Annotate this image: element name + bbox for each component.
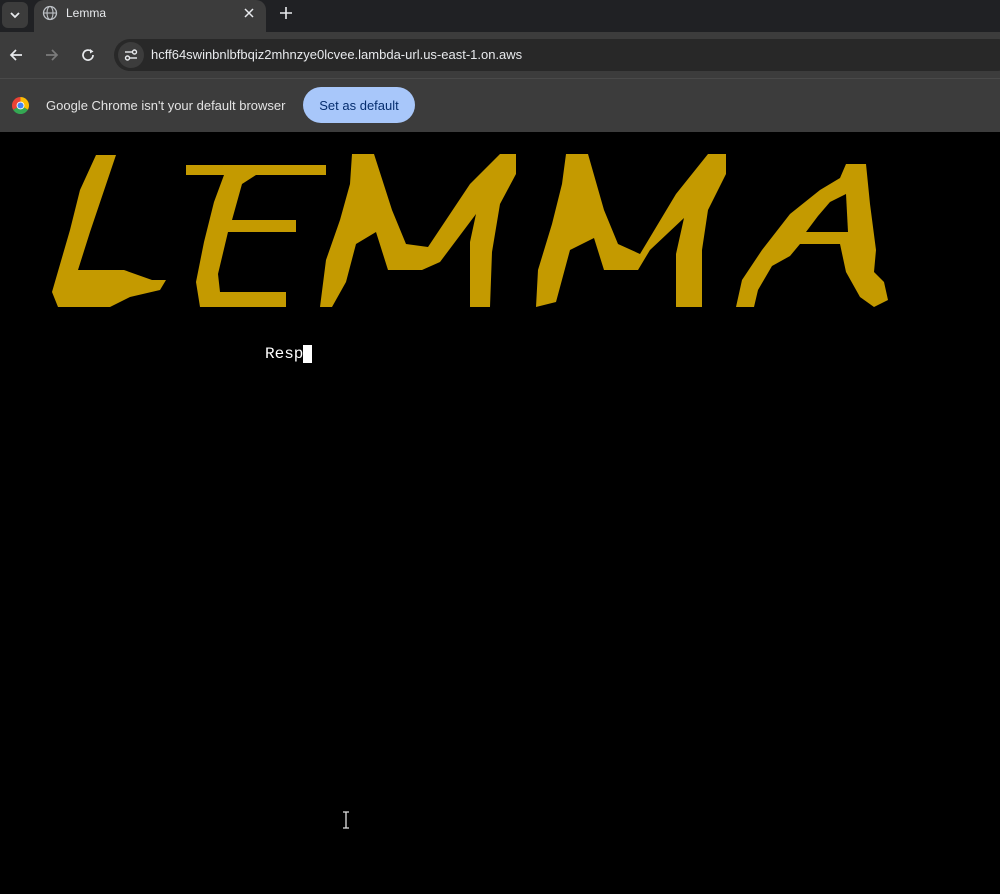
text-cursor [303, 345, 313, 363]
prompt-text: Resp [265, 345, 304, 363]
tab-search-button[interactable] [2, 2, 28, 28]
lemma-logo [52, 154, 888, 307]
forward-button[interactable] [40, 43, 64, 67]
tab-strip: Lemma [0, 0, 1000, 32]
back-button[interactable] [4, 43, 28, 67]
plus-icon [280, 7, 292, 19]
chrome-logo-icon [12, 97, 29, 114]
reload-button[interactable] [76, 43, 100, 67]
back-arrow-icon [9, 49, 22, 61]
chevron-down-icon [10, 12, 20, 19]
reload-icon [82, 49, 94, 61]
tab-close-button[interactable] [239, 3, 259, 23]
forward-arrow-icon [46, 49, 59, 61]
default-browser-infobar: Google Chrome isn't your default browser… [0, 78, 1000, 133]
address-bar[interactable]: hcff64swinbnlbfbqiz2mhnzye0lcvee.lambda-… [114, 39, 1000, 71]
set-as-default-button[interactable]: Set as default [303, 87, 415, 123]
new-tab-button[interactable] [273, 0, 299, 26]
globe-icon [42, 5, 58, 21]
tab-lemma[interactable]: Lemma [34, 0, 266, 32]
ibeam-cursor-icon [343, 811, 349, 829]
terminal-prompt[interactable]: Resp [265, 345, 313, 363]
tab-title: Lemma [66, 6, 107, 20]
browser-toolbar: hcff64swinbnlbfbqiz2mhnzye0lcvee.lambda-… [0, 32, 1000, 78]
site-info-button[interactable] [118, 42, 144, 68]
page-content: Resp [0, 132, 1000, 894]
infobar-message: Google Chrome isn't your default browser [46, 98, 286, 113]
url-text[interactable]: hcff64swinbnlbfbqiz2mhnzye0lcvee.lambda-… [151, 47, 522, 62]
close-icon [244, 8, 254, 18]
site-info-icon [124, 49, 138, 61]
